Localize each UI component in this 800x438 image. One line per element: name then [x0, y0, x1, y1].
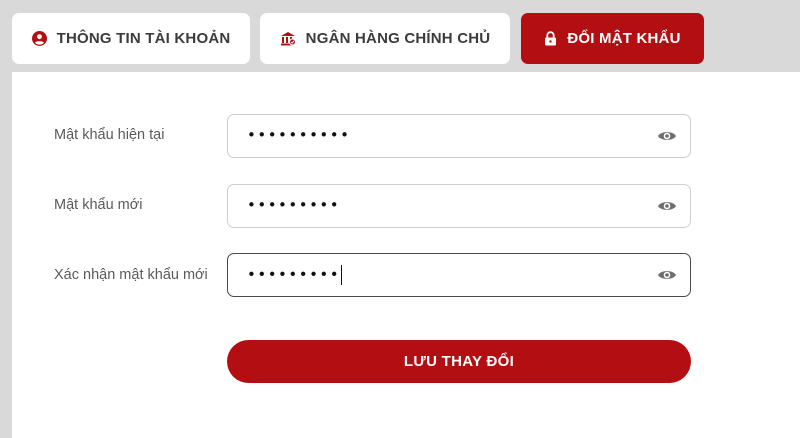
change-password-panel: Mật khẩu hiện tại •••••••••• Mật khẩu mớ…: [12, 72, 800, 438]
confirm-password-value: •••••••••: [247, 265, 343, 285]
tab-bank-account-label: NGÂN HÀNG CHÍNH CHỦ: [305, 30, 491, 47]
current-password-label: Mật khẩu hiện tại: [54, 127, 165, 143]
eye-icon[interactable]: [657, 199, 677, 218]
confirm-password-field[interactable]: •••••••••: [227, 253, 691, 297]
current-password-value: ••••••••••: [247, 126, 351, 144]
eye-icon[interactable]: [657, 268, 677, 287]
confirm-password-dots: •••••••••: [247, 265, 341, 284]
tab-change-password-label: ĐỔI MẬT KHẨU: [567, 30, 681, 47]
lock-icon: [544, 31, 557, 46]
confirm-password-label: Xác nhận mật khẩu mới: [54, 267, 208, 283]
eye-icon[interactable]: [657, 129, 677, 148]
new-password-field[interactable]: •••••••••: [227, 184, 691, 228]
text-caret: [341, 265, 343, 285]
tab-account-info[interactable]: THÔNG TIN TÀI KHOẢN: [12, 13, 250, 64]
save-changes-button[interactable]: LƯU THAY ĐỔI: [227, 340, 691, 383]
new-password-label: Mật khẩu mới: [54, 197, 143, 213]
bank-icon: [280, 31, 296, 46]
tab-account-info-label: THÔNG TIN TÀI KHOẢN: [56, 30, 231, 47]
current-password-field[interactable]: ••••••••••: [227, 114, 691, 158]
new-password-value: •••••••••: [247, 196, 341, 214]
user-circle-icon: [31, 31, 47, 46]
tab-change-password[interactable]: ĐỔI MẬT KHẨU: [521, 13, 704, 64]
tab-bank-account[interactable]: NGÂN HÀNG CHÍNH CHỦ: [260, 13, 510, 64]
